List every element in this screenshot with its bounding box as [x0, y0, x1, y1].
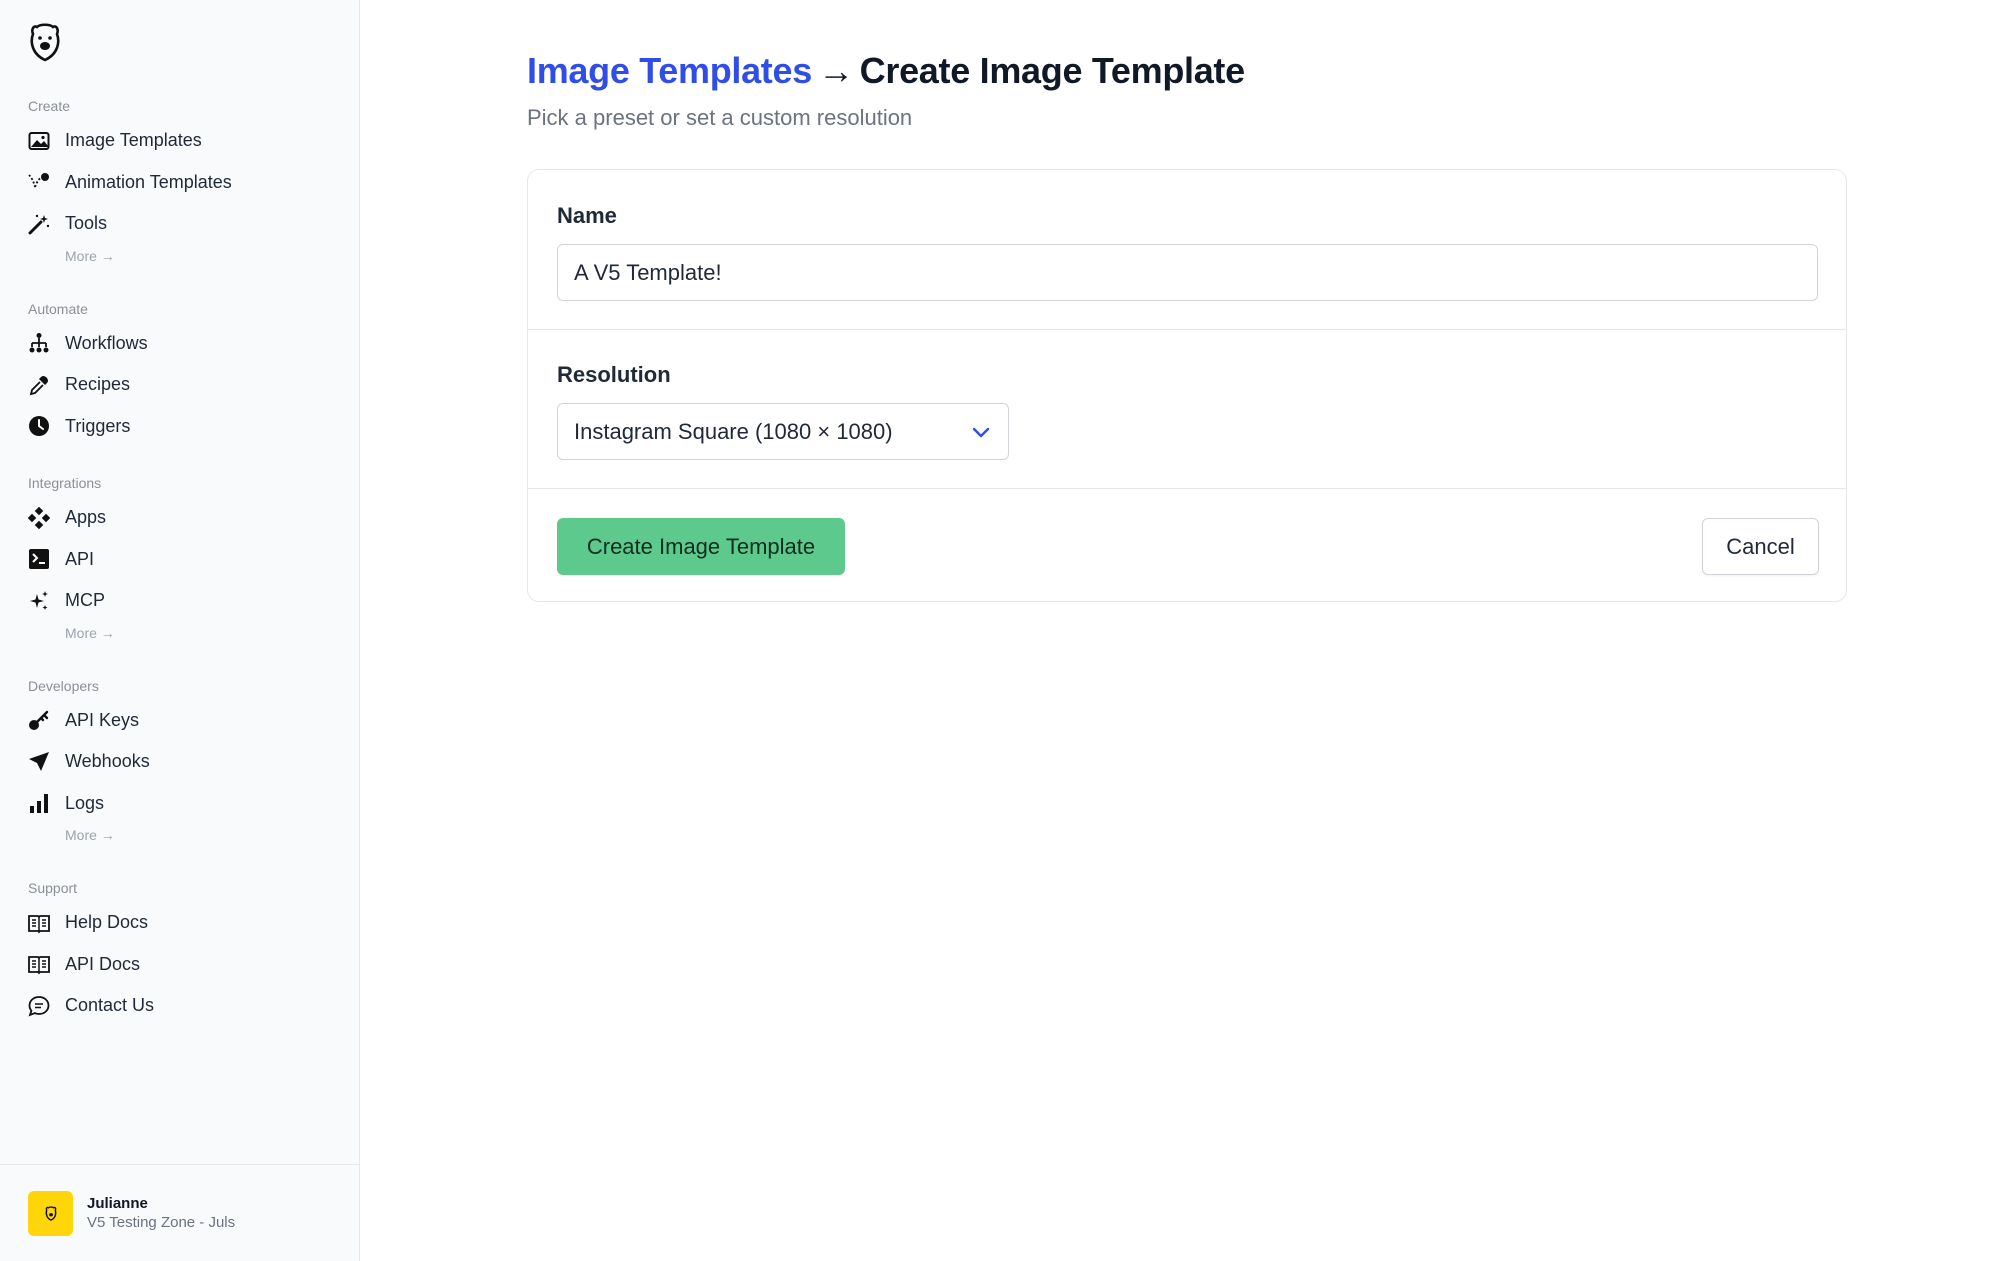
- magic-wand-icon: [28, 213, 50, 235]
- bear-avatar-icon: [45, 1206, 56, 1221]
- developers-more-link[interactable]: More →: [0, 824, 359, 852]
- bear-logo-icon[interactable]: [28, 20, 62, 64]
- breadcrumb-current: Create Image Template: [859, 50, 1245, 91]
- create-template-form: Name Resolution Instagram Square (1080 ×…: [527, 169, 1847, 602]
- sidebar-item-label: API Keys: [65, 709, 140, 730]
- sidebar-item-tools[interactable]: Tools: [0, 203, 359, 245]
- section-label-create: Create: [28, 98, 71, 114]
- breadcrumb-arrow-icon: →: [817, 50, 854, 91]
- sidebar-item-recipes[interactable]: Recipes: [0, 364, 359, 406]
- sidebar-item-api[interactable]: API: [0, 539, 359, 581]
- sidebar-item-api-docs[interactable]: API Docs: [0, 944, 359, 986]
- resolution-select[interactable]: Instagram Square (1080 × 1080): [557, 403, 1009, 460]
- sidebar-item-apps[interactable]: Apps: [0, 497, 359, 539]
- create-image-template-button[interactable]: Create Image Template: [557, 518, 845, 575]
- page-title: Image Templates → Create Image Template: [527, 50, 1245, 92]
- section-label-developers: Developers: [28, 677, 99, 694]
- sidebar-item-mcp[interactable]: MCP: [0, 580, 359, 622]
- sparkles-icon: [28, 590, 50, 612]
- sidebar-item-api-keys[interactable]: API Keys: [0, 700, 359, 742]
- breadcrumb-image-templates[interactable]: Image Templates: [527, 50, 812, 91]
- key-icon: [28, 709, 50, 731]
- send-icon: [28, 751, 50, 773]
- sidebar-item-label: API: [65, 548, 95, 569]
- book-icon: [28, 912, 50, 934]
- animation-icon: [28, 171, 50, 193]
- chat-bubble-icon: [28, 995, 50, 1017]
- sidebar-item-animation-templates[interactable]: Animation Templates: [0, 162, 359, 204]
- page-subtitle: Pick a preset or set a custom resolution: [527, 105, 913, 130]
- clock-icon: [28, 415, 50, 437]
- sidebar: Create Image Templates Animation Templat…: [0, 0, 360, 1261]
- sidebar-item-label: Image Templates: [65, 130, 202, 151]
- resolution-section: Resolution Instagram Square (1080 × 1080…: [528, 330, 1846, 489]
- sidebar-item-image-templates[interactable]: Image Templates: [0, 120, 359, 162]
- name-input[interactable]: [557, 244, 1818, 301]
- sidebar-item-workflows[interactable]: Workflows: [0, 323, 359, 365]
- sidebar-item-label: Triggers: [65, 415, 131, 436]
- section-label-integrations: Integrations: [28, 475, 102, 491]
- sidebar-nav: Create Image Templates Animation Templat…: [0, 92, 359, 1027]
- sidebar-item-label: Recipes: [65, 374, 131, 395]
- sidebar-item-logs[interactable]: Logs: [0, 783, 359, 825]
- user-name: Julianne: [87, 1195, 148, 1212]
- section-label-automate: Automate: [28, 300, 88, 317]
- bar-chart-icon: [28, 792, 50, 814]
- image-icon: [28, 130, 50, 152]
- sidebar-item-contact-us[interactable]: Contact Us: [0, 985, 359, 1027]
- sidebar-item-label: Apps: [65, 507, 107, 528]
- resolution-select-value: Instagram Square (1080 × 1080): [574, 418, 893, 444]
- integrations-more-link[interactable]: More →: [0, 622, 359, 650]
- sidebar-item-label: Logs: [65, 792, 105, 813]
- sidebar-item-label: Workflows: [65, 332, 148, 353]
- sidebar-item-label: MCP: [65, 590, 105, 611]
- book-icon: [28, 953, 50, 975]
- name-section: Name: [528, 170, 1846, 330]
- cancel-button[interactable]: Cancel: [1702, 518, 1819, 575]
- resolution-label: Resolution: [557, 362, 671, 387]
- sidebar-item-label: Contact Us: [65, 995, 155, 1016]
- avatar: [28, 1190, 73, 1236]
- sidebar-item-triggers[interactable]: Triggers: [0, 406, 359, 448]
- workflow-icon: [28, 332, 50, 354]
- name-label: Name: [557, 203, 617, 228]
- sidebar-item-label: Webhooks: [65, 751, 150, 772]
- terminal-icon: [28, 548, 50, 570]
- chevron-down-icon: [972, 427, 990, 437]
- sidebar-item-label: Help Docs: [65, 912, 149, 933]
- create-more-link[interactable]: More →: [0, 245, 359, 273]
- dropper-icon: [28, 374, 50, 396]
- sidebar-item-webhooks[interactable]: Webhooks: [0, 741, 359, 783]
- sidebar-item-label: Tools: [65, 213, 108, 234]
- section-label-support: Support: [28, 880, 78, 896]
- apps-icon: [28, 506, 50, 529]
- sidebar-item-label: Animation Templates: [65, 171, 232, 192]
- sidebar-item-label: API Docs: [65, 953, 141, 974]
- sidebar-item-help-docs[interactable]: Help Docs: [0, 902, 359, 944]
- user-team: V5 Testing Zone - Juls: [87, 1214, 236, 1231]
- user-account[interactable]: Julianne V5 Testing Zone - Juls: [0, 1164, 359, 1261]
